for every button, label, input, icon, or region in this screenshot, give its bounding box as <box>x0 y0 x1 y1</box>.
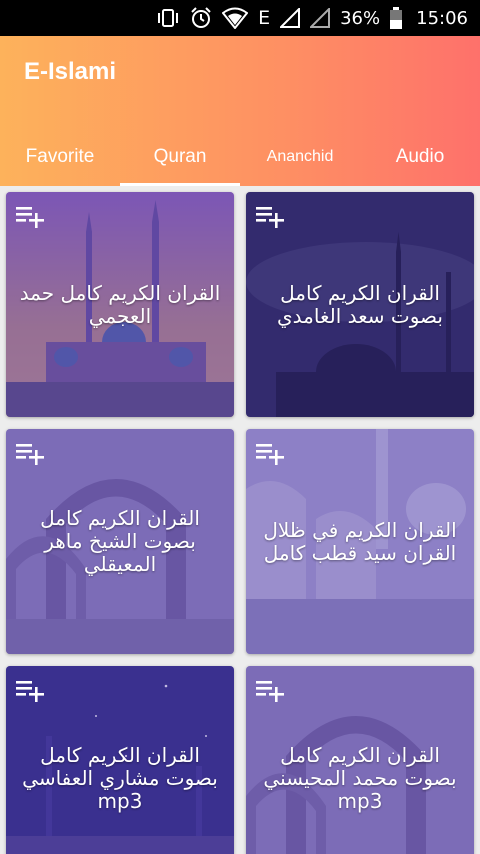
clock: 15:06 <box>416 7 468 29</box>
signal-icon <box>310 8 331 28</box>
quran-card[interactable]: القران الكريم كامل بصوت سعد الغامدي <box>246 192 474 417</box>
card-title: القران الكريم كامل بصوت مشاري العفاسي mp… <box>22 743 218 813</box>
quran-card[interactable]: القران الكريم في ظلال القران سيد قطب كام… <box>246 429 474 654</box>
vibrate-icon <box>158 9 179 27</box>
wifi-icon <box>222 7 249 29</box>
battery-icon <box>390 7 403 29</box>
card-title: القران الكريم كامل بصوت الشيخ ماهر المعي… <box>40 506 200 576</box>
quran-card[interactable]: القران الكريم كامل بصوت الشيخ ماهر المعي… <box>6 429 234 654</box>
alarm-icon <box>191 7 211 28</box>
status-bar: E 36% 15:06 <box>0 0 480 36</box>
quran-card[interactable]: القران الكريم كامل حمد العجمي <box>6 192 234 417</box>
card-title: القران الكريم كامل حمد العجمي <box>19 280 221 328</box>
battery-percent: 36% <box>340 7 381 29</box>
card-title: القران الكريم كامل بصوت سعد الغامدي <box>277 280 443 328</box>
card-title: القران الكريم كامل بصوت محمد المحيسني mp… <box>263 743 457 813</box>
tab-quran[interactable]: Quran <box>120 128 240 186</box>
signal-icon <box>280 8 301 28</box>
card-title: القران الكريم في ظلال القران سيد قطب كام… <box>263 517 457 565</box>
tab-favorite[interactable]: Favorite <box>0 128 120 186</box>
app-title: E-Islami <box>24 58 117 85</box>
quran-grid: القران الكريم كامل حمد العجمي القران الك… <box>0 186 480 854</box>
quran-card[interactable]: القران الكريم كامل بصوت مشاري العفاسي mp… <box>6 666 234 854</box>
tab-audio[interactable]: Audio <box>360 128 480 186</box>
quran-card[interactable]: القران الكريم كامل بصوت محمد المحيسني mp… <box>246 666 474 854</box>
tab-ananchid[interactable]: Ananchid <box>240 128 360 186</box>
tab-bar: Favorite Quran Ananchid Audio <box>0 128 480 186</box>
app-bar: E-Islami Favorite Quran Ananchid Audio <box>0 36 480 186</box>
network-type: E <box>258 7 271 29</box>
